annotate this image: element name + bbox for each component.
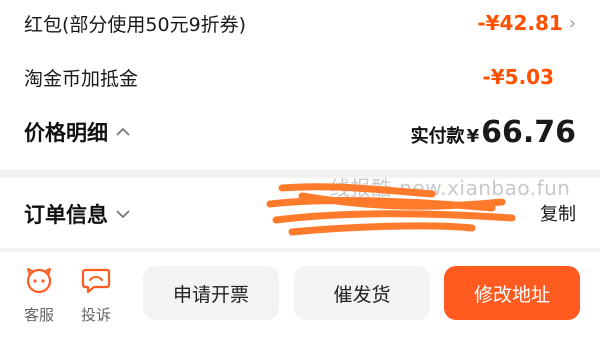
chevron-up-icon bbox=[116, 127, 130, 136]
order-info-toggle[interactable]: 订单信息 bbox=[24, 196, 130, 232]
red-packet-amount: -¥42.81 bbox=[477, 11, 563, 35]
customer-service-button[interactable]: 客服 bbox=[14, 264, 64, 325]
complaint-button[interactable]: 投诉 bbox=[71, 264, 121, 325]
pay-amount: 66.76 bbox=[481, 114, 576, 150]
modify-address-button[interactable]: 修改地址 bbox=[444, 266, 580, 320]
redaction-scribble bbox=[266, 183, 516, 236]
pay-currency: ¥ bbox=[466, 125, 480, 147]
customer-service-icon bbox=[26, 268, 52, 294]
price-detail-row: 价格明细 实付款 ¥ 66.76 bbox=[24, 112, 576, 152]
urge-shipping-button[interactable]: 催发货 bbox=[294, 266, 430, 320]
complaint-chat-icon bbox=[81, 268, 111, 294]
order-info-title: 订单信息 bbox=[24, 203, 108, 227]
red-packet-row[interactable]: 红包(部分使用50元9折券) -¥42.81 › bbox=[24, 8, 576, 38]
price-detail-label: 价格明细 bbox=[24, 121, 108, 145]
copy-button[interactable]: 复制 bbox=[540, 200, 576, 226]
taojinbi-amount: -¥5.03 bbox=[482, 65, 554, 89]
complaint-label: 投诉 bbox=[80, 306, 111, 324]
chevron-down-icon bbox=[116, 210, 130, 219]
pay-total: 实付款 ¥ 66.76 bbox=[411, 115, 576, 150]
apply-invoice-button[interactable]: 申请开票 bbox=[143, 266, 279, 320]
taojinbi-label: 淘金币加抵金 bbox=[24, 67, 139, 90]
customer-service-label: 客服 bbox=[23, 306, 54, 324]
price-detail-toggle[interactable]: 价格明细 bbox=[24, 117, 130, 147]
pay-label: 实付款 bbox=[410, 125, 465, 147]
taojinbi-row: 淘金币加抵金 -¥5.03 bbox=[24, 62, 576, 92]
red-packet-label: 红包(部分使用50元9折券) bbox=[24, 13, 247, 36]
chevron-right-icon: › bbox=[568, 12, 576, 34]
